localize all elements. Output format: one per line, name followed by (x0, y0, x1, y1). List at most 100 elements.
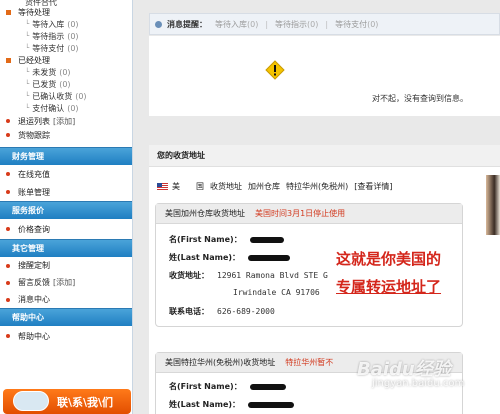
country-tabs: 美 国 收货地址 加州仓库 特拉华州(免税州) [查看详情] (157, 181, 399, 192)
last-name-row: 姓(Last Name)： (169, 399, 295, 410)
sidebar-item-waiting[interactable]: 等待处理 (0, 6, 132, 18)
notice-item-count: (0) (367, 19, 379, 29)
sidebar-item-label: 未发货 (32, 67, 57, 77)
page: 货件合代 等待处理 └ 等待入库 (0) └ 等待指示 (0) └ 等待支付 (0) 已经处… (0, 0, 500, 414)
notice-separator: | (325, 19, 329, 29)
sidebar-item-count: (0) (67, 43, 79, 53)
round-bullet-icon (6, 172, 10, 176)
sidebar-item-messages[interactable]: 消息中心 (0, 291, 132, 308)
sidebar-item-label: 已确认收货 (32, 91, 73, 101)
field-label: 姓(Last Name)： (169, 253, 241, 262)
sidebar-add-link[interactable]: [添加] (53, 277, 75, 288)
redacted-value (248, 401, 295, 408)
round-bullet-icon (6, 334, 10, 338)
tree-branch-icon: └ (25, 32, 30, 40)
card-warning: 美国时间3月1日停止使用 (255, 209, 346, 218)
empty-result-text: 对不起，没有查询到信息。 (372, 94, 468, 103)
sidebar-item-count: (0) (67, 103, 79, 113)
tree-branch-icon: └ (25, 44, 30, 52)
chat-bubble-icon (13, 391, 49, 411)
first-name-row: 名(First Name)： (169, 234, 284, 245)
sidebar-item-feedback[interactable]: 留言反馈 [添加] (0, 274, 132, 291)
sidebar-item-received[interactable]: └ 已确认收货 (0) (0, 90, 132, 102)
redacted-value (249, 236, 284, 243)
sidebar-item-waiting-inbound[interactable]: └ 等待入库 (0) (0, 18, 132, 30)
tree-branch-icon: └ (25, 68, 30, 76)
sidebar-item-label: 等待指示 (32, 31, 65, 41)
round-bullet-icon (6, 190, 10, 194)
sidebar-header-quote[interactable]: 服务报价 (0, 201, 132, 219)
card-title: 美国特拉华州(免税州)收货地址 (165, 358, 276, 367)
sidebar-item-returns[interactable]: 退运列表 [添加] (0, 114, 132, 128)
sidebar-item-count: (0) (59, 67, 71, 77)
tree-branch-icon: └ (25, 80, 30, 88)
sidebar-add-link[interactable]: [添加] (53, 116, 75, 127)
sidebar-item-label: 搜醒定制 (18, 261, 50, 270)
round-bullet-icon (6, 280, 10, 285)
sidebar: 货件合代 等待处理 └ 等待入库 (0) └ 等待指示 (0) └ 等待支付 (0) 已经处… (0, 0, 133, 414)
sidebar-item-label: 等待入库 (32, 19, 65, 29)
sidebar-item-shipped[interactable]: └ 已发货 (0) (0, 78, 132, 90)
sidebar-item-label: 帮助中心 (18, 331, 50, 341)
sidebar-item-count: (0) (59, 79, 71, 89)
tree-branch-icon: └ (25, 20, 30, 28)
round-bullet-icon (6, 297, 10, 302)
notice-item-count: (0) (307, 19, 319, 29)
sidebar-header-help[interactable]: 帮助中心 (0, 308, 132, 326)
sidebar-item-label: 留言反馈 (18, 278, 50, 287)
sidebar-item-payment-confirm[interactable]: └ 支付确认 (0) (0, 102, 132, 114)
us-flag-icon (157, 183, 168, 190)
advertisement-photo[interactable] (486, 175, 500, 235)
tab-country[interactable]: 美 国 (172, 181, 204, 192)
card-warning: 特拉华州暂不 (285, 358, 334, 367)
sidebar-item-recharge[interactable]: 在线充值 (0, 165, 132, 183)
notice-bar: 消息提醒： 等待入库(0) | 等待指示(0) | 等待支付(0) (149, 13, 500, 35)
notice-waiting-inbound[interactable]: 等待入库(0) (215, 19, 258, 30)
sidebar-item-processed[interactable]: 已经处理 (0, 54, 132, 66)
sidebar-item-price-query[interactable]: 价格查询 (0, 219, 132, 239)
notice-item-label: 等待支付 (335, 19, 368, 29)
notice-item-count: (0) (247, 19, 259, 29)
field-value: 12961 Ramona Blvd STE G (217, 271, 328, 280)
tab-delaware[interactable]: 特拉华州(免税州) (286, 181, 348, 192)
field-label: 名(First Name)： (169, 382, 242, 391)
last-name-row: 姓(Last Name)： (169, 252, 291, 263)
notice-item-label: 等待入库 (215, 19, 247, 29)
sidebar-item-label: 账单管理 (18, 187, 50, 197)
sidebar-item-label: 支付确认 (32, 103, 65, 113)
tab-receiving-address[interactable]: 收货地址 (210, 181, 242, 192)
round-bullet-icon (6, 133, 10, 137)
field-value: 626-689-2000 (217, 307, 275, 316)
sidebar-item-tracking[interactable]: 货物跟踪 (0, 128, 132, 142)
sidebar-item-label: 等待支付 (32, 43, 65, 53)
redacted-value (248, 254, 291, 261)
annotation-line-2: 专属转运地址了 (336, 278, 442, 296)
field-label: 姓(Last Name)： (169, 400, 241, 409)
sidebar-item-waiting-payment[interactable]: └ 等待支付 (0) (0, 42, 132, 54)
sidebar-item-label: 价格查询 (18, 224, 50, 234)
sidebar-item-waiting-instruction[interactable]: └ 等待指示 (0) (0, 30, 132, 42)
empty-result-panel (149, 36, 500, 116)
sidebar-item-bills[interactable]: 账单管理 (0, 183, 132, 201)
round-bullet-icon (6, 119, 10, 123)
sidebar-header-other[interactable]: 其它管理 (0, 239, 132, 257)
redacted-value (249, 383, 286, 390)
notice-waiting-payment[interactable]: 等待支付(0) (335, 19, 378, 30)
address-section-title: 您的收货地址 (149, 145, 500, 167)
tab-california-warehouse[interactable]: 加州仓库 (248, 181, 280, 192)
round-bullet-icon (6, 263, 10, 268)
sidebar-item-not-shipped[interactable]: └ 未发货 (0) (0, 66, 132, 78)
contact-us-banner[interactable]: 联\系\我\们 (3, 389, 131, 414)
phone-row: 联系电话： 626-689-2000 (169, 306, 275, 317)
field-label: 联系电话： (169, 307, 209, 316)
sidebar-item-help[interactable]: 帮助中心 (0, 326, 132, 346)
sidebar-item-reminder[interactable]: 搜醒定制 (0, 257, 132, 274)
view-details-link[interactable]: [查看详情] (354, 181, 392, 192)
sidebar-header-finance[interactable]: 财务管理 (0, 147, 132, 165)
notice-icon (155, 20, 162, 28)
notice-title: 消息提醒： (167, 19, 207, 29)
notice-waiting-instruction[interactable]: 等待指示(0) (275, 19, 318, 30)
sidebar-item-count: (0) (75, 91, 87, 101)
card-header: 美国加州仓库收货地址 美国时间3月1日停止使用 (156, 204, 462, 224)
sidebar-item-label: 已发货 (32, 79, 57, 89)
